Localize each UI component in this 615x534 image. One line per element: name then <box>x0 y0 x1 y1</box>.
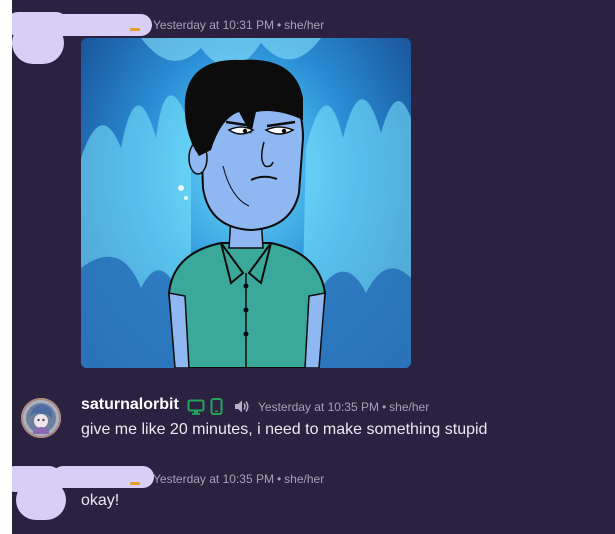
separator-dot: • <box>276 18 282 32</box>
username[interactable]: saturnalorbit <box>81 396 179 414</box>
separator-dot: • <box>381 400 387 414</box>
timestamp[interactable]: Yesterday at 10:35 PM <box>258 400 379 414</box>
pronouns: she/her <box>284 472 325 486</box>
animated-gif-image <box>81 38 411 368</box>
crown-icon <box>130 28 140 31</box>
avatar[interactable] <box>21 398 61 438</box>
message-meta: Yesterday at 10:35 PM • she/her <box>258 400 429 414</box>
message-meta: Yesterday at 10:35 PM • she/her <box>153 472 324 486</box>
gif-attachment[interactable] <box>81 38 411 368</box>
mobile-icon <box>210 398 223 415</box>
separator-dot: • <box>276 472 282 486</box>
timestamp[interactable]: Yesterday at 10:31 PM <box>153 18 274 32</box>
message-text: give me like 20 minutes, i need to make … <box>81 421 488 438</box>
avatar-image <box>21 398 61 438</box>
speaker-icon <box>235 400 249 413</box>
message-meta: Yesterday at 10:31 PM • she/her <box>153 18 324 32</box>
crown-icon <box>130 482 140 485</box>
timestamp[interactable]: Yesterday at 10:35 PM <box>153 472 274 486</box>
desktop-icon <box>187 399 205 415</box>
message-text: okay! <box>81 492 120 509</box>
pronouns: she/her <box>284 18 325 32</box>
pronouns: she/her <box>389 400 430 414</box>
chat-panel: Yesterday at 10:31 PM • she/her saturnal… <box>12 0 615 534</box>
redacted-username <box>52 14 152 36</box>
